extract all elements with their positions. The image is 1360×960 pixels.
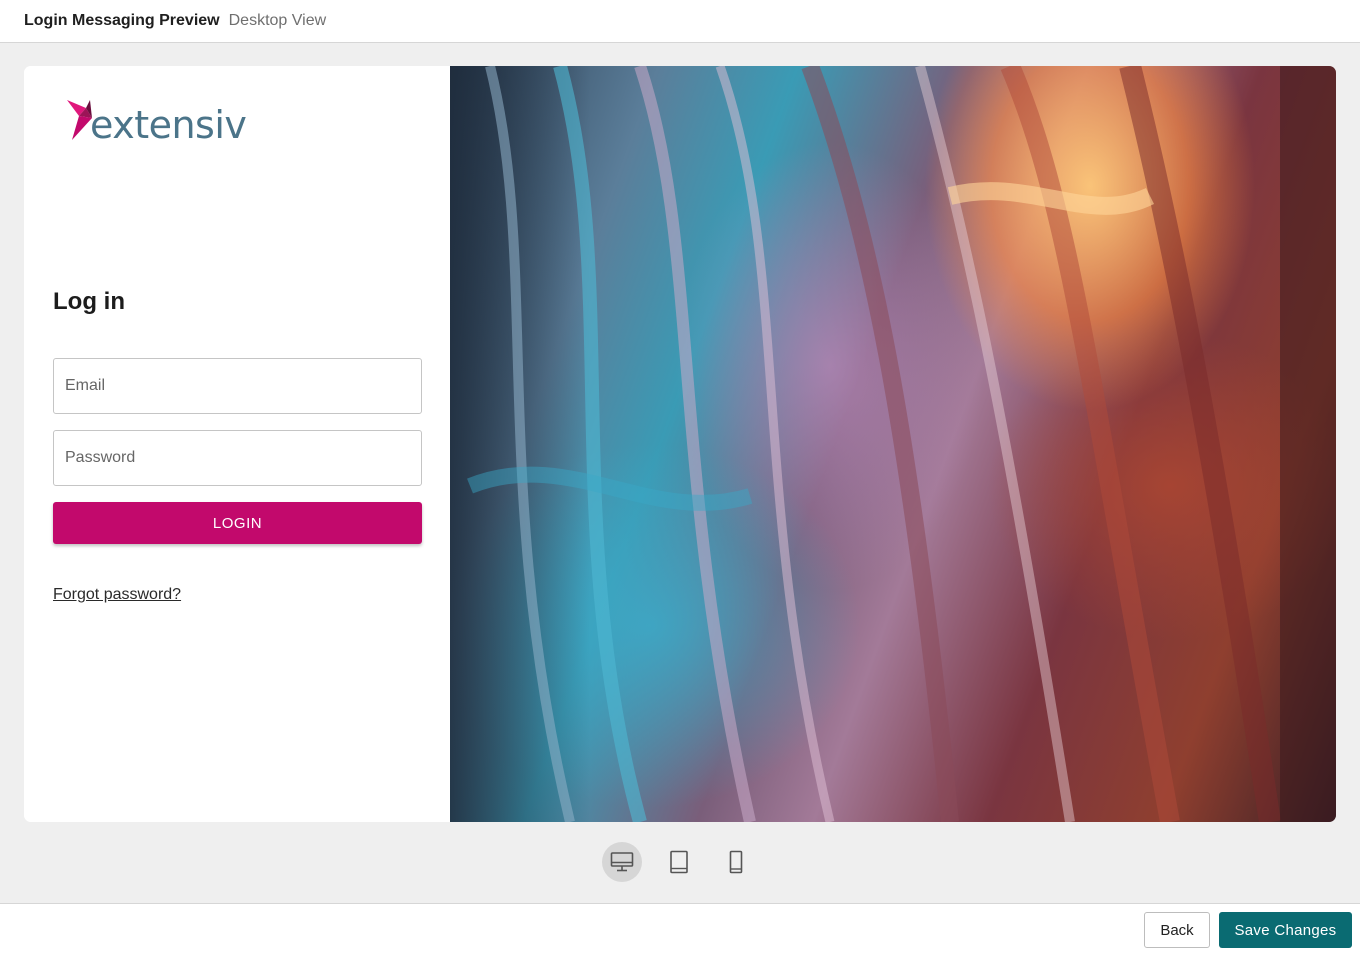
desktop-view-button[interactable] xyxy=(602,842,642,882)
login-button[interactable]: LOGIN xyxy=(53,502,422,544)
tablet-icon xyxy=(670,850,688,874)
login-background-image xyxy=(450,66,1336,822)
forgot-password-link[interactable]: Forgot password? xyxy=(53,586,181,604)
login-preview-card: extensiv Log in LOGIN Forgot password? xyxy=(24,66,1336,822)
logo-wordmark: extensiv xyxy=(90,103,247,147)
save-changes-button[interactable]: Save Changes xyxy=(1219,912,1352,948)
canyon-texture-art xyxy=(450,66,1336,822)
extensiv-logo: extensiv xyxy=(66,98,256,154)
mobile-view-button[interactable] xyxy=(716,842,756,882)
footer-bar: Back Save Changes xyxy=(0,903,1360,960)
top-bar: Login Messaging Preview Desktop View xyxy=(0,0,1360,43)
login-panel: extensiv Log in LOGIN Forgot password? xyxy=(24,66,450,822)
mobile-phone-icon xyxy=(729,850,743,874)
device-view-switcher xyxy=(602,842,773,882)
page-title: Login Messaging Preview xyxy=(24,12,220,29)
back-button[interactable]: Back xyxy=(1144,912,1210,948)
email-input[interactable] xyxy=(53,358,422,414)
desktop-monitor-icon xyxy=(610,852,634,872)
view-mode-label: Desktop View xyxy=(228,12,327,29)
tablet-view-button[interactable] xyxy=(659,842,699,882)
login-heading: Log in xyxy=(53,288,125,315)
password-input[interactable] xyxy=(53,430,422,486)
